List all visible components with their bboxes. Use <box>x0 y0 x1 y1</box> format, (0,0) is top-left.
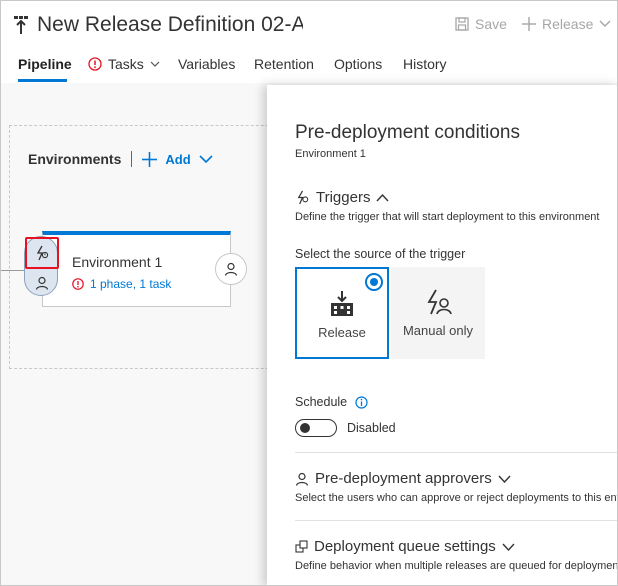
queue-heading: Deployment queue settings <box>314 538 496 555</box>
trigger-option-release[interactable]: Release <box>295 267 389 359</box>
chevron-down-icon <box>199 155 213 163</box>
tab-history[interactable]: History <box>403 56 447 72</box>
chevron-down-icon <box>150 61 160 67</box>
header-divider <box>131 151 133 167</box>
panel-title: Pre-deployment conditions <box>295 122 520 143</box>
artifact-connector <box>1 270 25 271</box>
user-icon <box>295 472 309 486</box>
add-environment-button[interactable]: Add <box>142 151 213 167</box>
schedule-status: Disabled <box>347 421 396 435</box>
pre-deployment-conditions-button[interactable] <box>25 237 59 269</box>
schedule-label: Schedule <box>295 395 348 409</box>
user-icon <box>224 262 238 276</box>
triggers-section-toggle[interactable]: Triggers <box>295 189 389 206</box>
header: New Release Definition 02-Aug Save Relea… <box>1 1 617 49</box>
schedule-label-row: Schedule <box>295 395 368 409</box>
pre-deployment-approvers-button[interactable] <box>25 271 59 295</box>
trigger-lightning-icon <box>297 190 309 205</box>
environments-label: Environments <box>28 151 122 167</box>
save-icon <box>455 17 469 31</box>
chevron-down-icon <box>599 20 611 27</box>
chevron-down-icon <box>502 543 515 551</box>
pre-deployment-conditions-panel: Pre-deployment conditions Environment 1 … <box>267 85 618 585</box>
tab-variables[interactable]: Variables <box>178 56 235 72</box>
release-label: Release <box>542 16 594 32</box>
environment-status[interactable]: 1 phase, 1 task <box>72 277 171 291</box>
tab-options[interactable]: Options <box>334 56 382 72</box>
selected-radio-icon <box>365 273 383 291</box>
schedule-toggle[interactable] <box>295 419 337 437</box>
user-icon <box>35 276 49 290</box>
release-editor-window: New Release Definition 02-Aug Save Relea… <box>0 0 618 586</box>
section-divider <box>295 520 617 521</box>
section-divider <box>295 452 617 453</box>
plus-icon <box>522 17 536 31</box>
approvers-section-toggle[interactable]: Pre-deployment approvers <box>295 470 511 487</box>
chevron-down-icon <box>498 475 511 483</box>
post-deployment-approvers-button[interactable] <box>215 253 247 285</box>
tab-retention[interactable]: Retention <box>254 56 314 72</box>
triggers-heading: Triggers <box>316 189 371 206</box>
approvers-heading: Pre-deployment approvers <box>315 470 492 487</box>
warning-icon <box>88 57 102 71</box>
triggers-description: Define the trigger that will start deplo… <box>295 211 600 223</box>
release-definition-icon <box>14 16 28 34</box>
tab-tasks[interactable]: Tasks <box>88 56 160 72</box>
environments-header: Environments Add <box>28 151 213 167</box>
info-icon[interactable] <box>355 395 368 409</box>
panel-subtitle: Environment 1 <box>295 148 366 160</box>
release-button[interactable]: Release <box>522 14 611 34</box>
save-label: Save <box>475 16 507 32</box>
tab-bar: Pipeline Tasks Variables Retention Optio… <box>1 49 617 83</box>
add-label: Add <box>165 151 191 167</box>
queue-description: Define behavior when multiple releases a… <box>295 560 618 572</box>
active-tab-indicator <box>18 79 67 82</box>
manual-trigger-icon <box>427 289 452 315</box>
trigger-option-manual[interactable]: Manual only <box>391 267 485 359</box>
tab-pipeline[interactable]: Pipeline <box>18 56 72 72</box>
tab-tasks-label: Tasks <box>108 56 144 72</box>
environment-name[interactable]: Environment 1 <box>72 254 162 270</box>
trigger-option-release-label: Release <box>318 325 366 340</box>
plus-icon <box>142 151 158 167</box>
environment-status-text: 1 phase, 1 task <box>90 277 172 291</box>
trigger-lightning-icon <box>36 245 49 261</box>
approvers-description: Select the users who can approve or reje… <box>295 492 617 504</box>
trigger-source-label: Select the source of the trigger <box>295 247 466 261</box>
chevron-up-icon <box>376 193 389 201</box>
page-title[interactable]: New Release Definition 02-Aug <box>37 13 303 37</box>
environment-card[interactable]: Environment 1 1 phase, 1 task <box>42 231 231 307</box>
warning-icon <box>72 278 84 290</box>
release-building-icon <box>331 291 353 316</box>
trigger-option-manual-label: Manual only <box>402 323 474 338</box>
toggle-knob <box>300 423 310 433</box>
queue-section-toggle[interactable]: Deployment queue settings <box>295 538 515 555</box>
queue-settings-icon <box>295 540 308 553</box>
save-button[interactable]: Save <box>455 14 507 34</box>
